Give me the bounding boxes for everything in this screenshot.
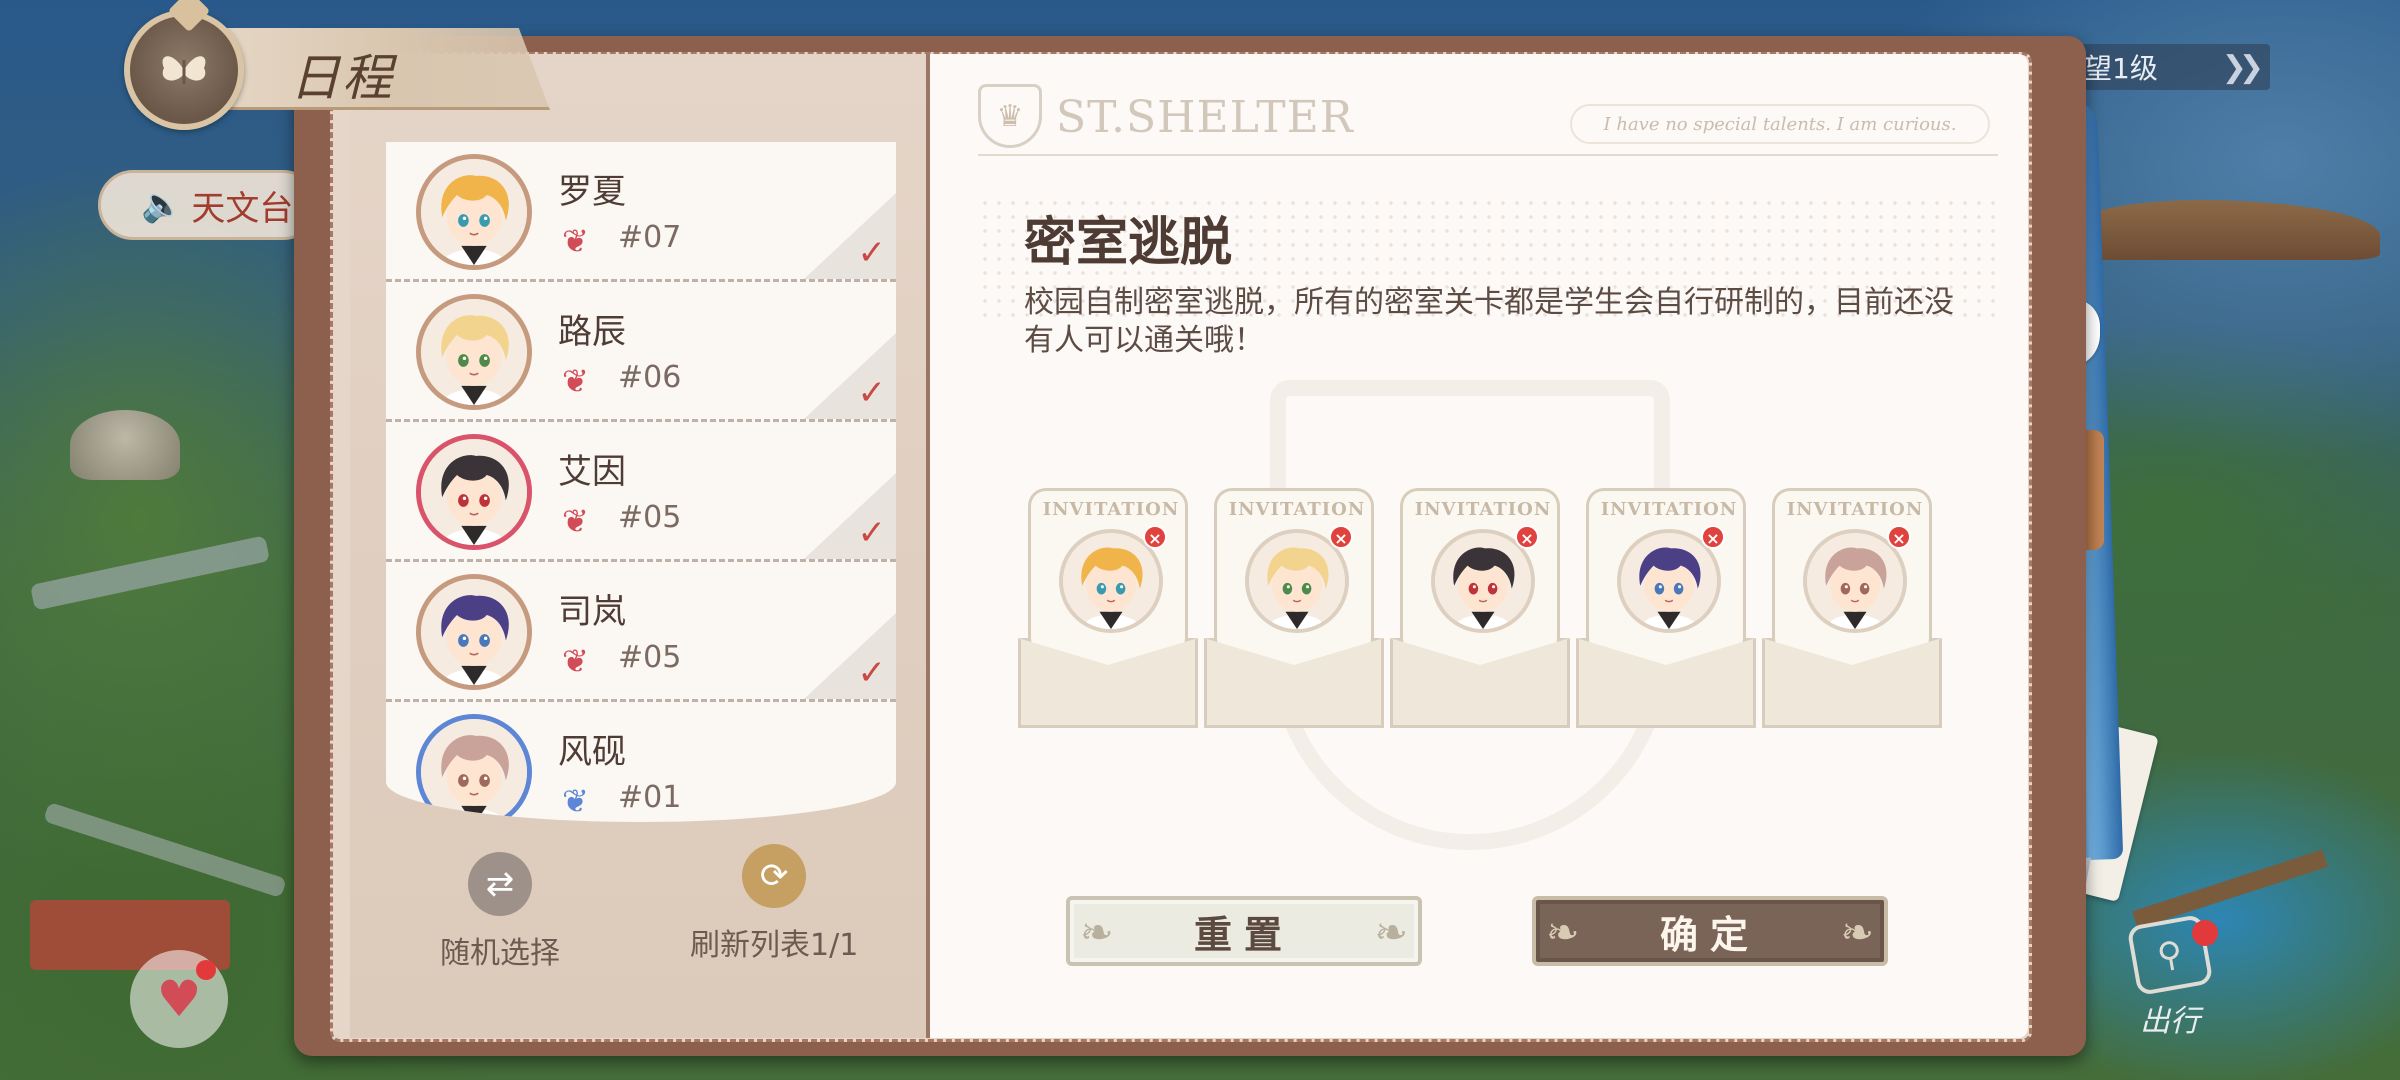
observatory-button[interactable]: 🔈 天文台 bbox=[98, 170, 318, 240]
invitation-label: INVITATION bbox=[1786, 499, 1924, 520]
notification-dot bbox=[196, 960, 216, 980]
level-tag[interactable]: 望1级 ❯❯ bbox=[2070, 44, 2270, 90]
confirm-label: 确定 bbox=[1659, 912, 1760, 957]
brand-title: ST.SHELTER bbox=[1056, 92, 1354, 143]
character-card[interactable]: 路辰 ❦ #06 ✓ bbox=[386, 282, 896, 422]
invitation-label: INVITATION bbox=[1228, 499, 1366, 520]
character-card[interactable]: 风砚 ❦ #01 bbox=[386, 702, 896, 822]
school-crest-icon: ♛ bbox=[978, 84, 1042, 148]
invitation-slot[interactable]: INVITATION × bbox=[1576, 488, 1756, 728]
character-avatar bbox=[416, 574, 532, 690]
event-title: 密室逃脱 bbox=[1024, 213, 1233, 273]
remove-icon[interactable]: × bbox=[1515, 525, 1539, 549]
character-number: #07 bbox=[618, 220, 682, 255]
random-select-label: 随机选择 bbox=[440, 936, 560, 971]
remove-icon[interactable]: × bbox=[1887, 525, 1911, 549]
affinity-heart-icon: ❦ bbox=[562, 782, 589, 820]
character-number: #06 bbox=[618, 360, 682, 395]
affinity-heart-icon: ❦ bbox=[562, 362, 589, 400]
character-name: 风砚 bbox=[558, 732, 626, 772]
flourish-left-icon: ❧ bbox=[1080, 910, 1114, 956]
refresh-list-button[interactable]: ⟳ 刷新列表1/1 bbox=[690, 844, 858, 964]
character-card[interactable]: 艾因 ❦ #05 ✓ bbox=[386, 422, 896, 562]
event-description: 校园自制密室逃脱，所有的密室关卡都是学生会自行研制的，目前还没有人可以通关哦！ bbox=[1024, 285, 1954, 358]
remove-icon[interactable]: × bbox=[1143, 525, 1167, 549]
character-list[interactable]: 罗夏 ❦ #07 ✓ 路辰 ❦ #06 ✓ 艾因 ❦ #05 ✓ 司岚 ❦ #05 ✓ 风砚 ❦ #01 bbox=[386, 142, 896, 822]
flourish-right-icon: ❧ bbox=[1374, 910, 1408, 956]
invitation-slot[interactable]: INVITATION × bbox=[1390, 488, 1570, 728]
page-title: 日程 bbox=[290, 49, 394, 107]
confirm-button[interactable]: ❧ 确定 ❧ bbox=[1532, 896, 1888, 966]
character-name: 司岚 bbox=[558, 592, 626, 632]
character-avatar bbox=[416, 154, 532, 270]
invitation-slot[interactable]: INVITATION × bbox=[1204, 488, 1384, 728]
checkmark-icon: ✓ bbox=[857, 373, 887, 413]
brand-quote: I have no special talents. I am curious. bbox=[1570, 104, 1990, 144]
refresh-list-label: 刷新列表1/1 bbox=[690, 928, 859, 963]
refresh-icon: ⟳ bbox=[742, 844, 807, 908]
invitation-slot[interactable]: INVITATION × bbox=[1762, 488, 1942, 728]
invitation-label: INVITATION bbox=[1600, 499, 1738, 520]
character-name: 路辰 bbox=[558, 312, 626, 352]
invitation-label: INVITATION bbox=[1042, 499, 1180, 520]
flourish-right-icon: ❧ bbox=[1840, 910, 1874, 956]
level-label: 望1级 bbox=[2084, 52, 2158, 85]
character-name: 艾因 bbox=[558, 452, 626, 492]
checkmark-icon: ✓ bbox=[857, 653, 887, 693]
character-avatar bbox=[416, 434, 532, 550]
invitation-slot[interactable]: INVITATION × bbox=[1018, 488, 1198, 728]
speaker-icon: 🔈 bbox=[141, 185, 184, 225]
invitation-label: INVITATION bbox=[1414, 499, 1552, 520]
reset-label: 重置 bbox=[1193, 912, 1294, 957]
affinity-heart-icon: ❦ bbox=[562, 222, 589, 260]
double-chevron-right-icon: ❯❯ bbox=[2221, 49, 2264, 85]
observatory-label: 天文台 bbox=[191, 188, 294, 229]
remove-icon[interactable]: × bbox=[1329, 525, 1353, 549]
checkmark-icon: ✓ bbox=[857, 233, 887, 273]
affinity-heart-icon: ❦ bbox=[562, 502, 589, 540]
butterfly-emblem-icon[interactable] bbox=[124, 10, 244, 130]
shuffle-icon: ⇄ bbox=[468, 852, 532, 916]
checkmark-icon: ✓ bbox=[857, 513, 887, 553]
character-avatar bbox=[416, 714, 532, 822]
heart-icon: ♥ bbox=[156, 970, 202, 1028]
notification-dot bbox=[2192, 920, 2218, 946]
reset-button[interactable]: ❧ 重置 ❧ bbox=[1066, 896, 1422, 966]
character-number: #01 bbox=[618, 780, 682, 815]
affinity-heart-icon: ❦ bbox=[562, 642, 589, 680]
character-avatar bbox=[416, 294, 532, 410]
character-card[interactable]: 罗夏 ❦ #07 ✓ bbox=[386, 142, 896, 282]
random-select-button[interactable]: ⇄ 随机选择 bbox=[440, 852, 560, 972]
map-dome-building bbox=[70, 410, 180, 480]
travel-label: 出行 bbox=[2140, 1004, 2200, 1039]
flourish-left-icon: ❧ bbox=[1546, 910, 1580, 956]
character-card[interactable]: 司岚 ❦ #05 ✓ bbox=[386, 562, 896, 702]
character-number: #05 bbox=[618, 500, 682, 535]
character-name: 罗夏 bbox=[558, 172, 626, 212]
header-divider bbox=[978, 154, 1998, 156]
remove-icon[interactable]: × bbox=[1701, 525, 1725, 549]
character-number: #05 bbox=[618, 640, 682, 675]
